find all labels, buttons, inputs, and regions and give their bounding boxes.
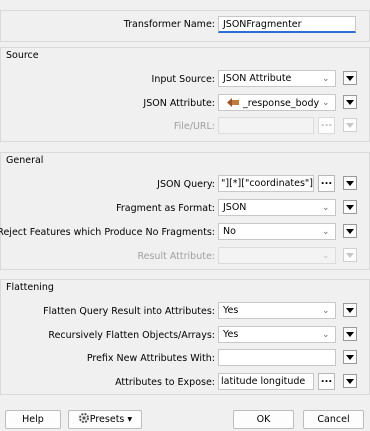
chevron-down-icon: ⌄	[322, 98, 330, 108]
file-url-browse-button[interactable]: ...	[318, 117, 335, 134]
input-source-menu-button[interactable]	[343, 71, 357, 85]
attributes-expose-label: Attributes to Expose:	[115, 377, 215, 388]
file-url-input[interactable]	[218, 117, 314, 134]
file-url-menu-button[interactable]	[343, 118, 357, 132]
recursive-flatten-menu-button[interactable]	[343, 327, 357, 341]
json-query-edit-button[interactable]: ...	[318, 175, 335, 192]
reject-features-select[interactable]: No ⌄	[218, 223, 336, 240]
help-button[interactable]: Help	[5, 410, 61, 429]
flatten-query-select[interactable]: Yes ⌄	[218, 302, 336, 319]
chevron-down-icon: ⌄	[322, 203, 330, 213]
chevron-down-icon: ⌄	[322, 306, 330, 316]
flatten-query-menu-button[interactable]	[343, 303, 357, 317]
reject-features-menu-button[interactable]	[343, 224, 357, 238]
recursive-flatten-value: Yes	[223, 329, 239, 340]
attributes-expose-menu-button[interactable]	[343, 374, 357, 388]
gear-icon	[78, 412, 90, 430]
input-source-label: Input Source:	[151, 74, 215, 85]
prefix-input[interactable]	[218, 349, 336, 366]
flattening-group-title: Flattening	[6, 282, 54, 293]
input-source-select[interactable]: JSON Attribute ⌄	[218, 70, 336, 87]
presets-label: Presets	[89, 414, 125, 425]
input-source-value: JSON Attribute	[223, 73, 292, 84]
file-url-label: File/URL:	[173, 121, 215, 132]
prefix-menu-button[interactable]	[343, 350, 357, 364]
recursive-flatten-select[interactable]: Yes ⌄	[218, 326, 336, 343]
json-attribute-label: JSON Attribute:	[143, 98, 215, 109]
attributes-expose-input[interactable]: latitude longitude	[218, 373, 314, 390]
attribute-icon	[226, 97, 240, 110]
fragment-format-select[interactable]: JSON ⌄	[218, 199, 336, 216]
chevron-down-icon: ⌄	[322, 227, 330, 237]
cancel-button[interactable]: Cancel	[303, 410, 364, 429]
fragment-format-value: JSON	[223, 202, 247, 213]
chevron-down-icon: ⌄	[322, 74, 330, 84]
ok-button[interactable]: OK	[233, 410, 294, 429]
json-query-input[interactable]: "][*]["coordinates"]	[218, 175, 314, 192]
general-group-title: General	[6, 155, 44, 166]
caret-down-icon: ▾	[127, 414, 133, 425]
recursive-flatten-label: Recursively Flatten Objects/Arrays:	[48, 330, 215, 341]
source-group-title: Source	[6, 50, 39, 61]
presets-button[interactable]: Presets ▾	[68, 410, 142, 429]
flatten-query-value: Yes	[223, 305, 239, 316]
prefix-label: Prefix New Attributes With:	[86, 353, 215, 364]
json-attribute-menu-button[interactable]	[343, 95, 357, 109]
json-attribute-select[interactable]: _response_body ⌄	[218, 94, 336, 111]
flatten-query-label: Flatten Query Result into Attributes:	[43, 306, 215, 317]
result-attribute-label: Result Attribute:	[137, 251, 215, 262]
reject-features-label: Reject Features which Produce No Fragmen…	[0, 227, 215, 238]
json-query-menu-button[interactable]	[343, 176, 357, 190]
json-query-label: JSON Query:	[157, 179, 215, 190]
attributes-expose-edit-button[interactable]: ...	[318, 373, 335, 390]
transformer-name-label: Transformer Name:	[123, 19, 215, 30]
result-attribute-select[interactable]: ⌄	[218, 247, 336, 264]
fragment-format-label: Fragment as Format:	[116, 203, 215, 214]
json-attribute-value: _response_body	[243, 98, 320, 109]
result-attribute-menu-button[interactable]	[343, 248, 357, 262]
reject-features-value: No	[223, 226, 236, 237]
transformer-name-input[interactable]: JSONFragmenter	[218, 16, 356, 33]
chevron-down-icon: ⌄	[322, 251, 330, 261]
chevron-down-icon: ⌄	[322, 330, 330, 340]
fragment-format-menu-button[interactable]	[343, 200, 357, 214]
